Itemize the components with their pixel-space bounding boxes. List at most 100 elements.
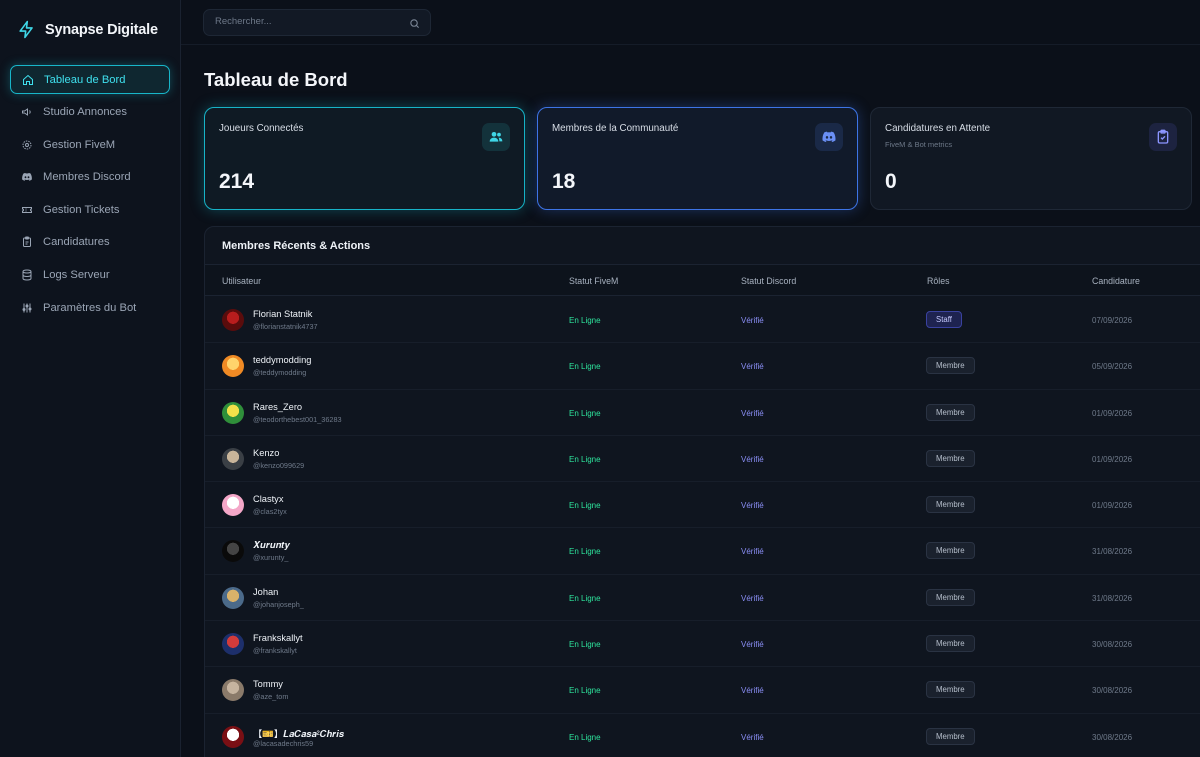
avatar[interactable] <box>222 309 244 331</box>
role-badge[interactable]: Membre <box>926 542 975 560</box>
user-handle: @frankskallyt <box>253 646 297 656</box>
sliders-icon <box>22 303 32 313</box>
stat-card-title: Joueurs Connectés <box>219 123 304 134</box>
discord-status: Vérifié <box>741 593 764 603</box>
stat-card-value: 18 <box>552 170 576 193</box>
table-header: Utilisateur Statut FiveM Statut Discord … <box>205 265 1200 296</box>
sidebar-item-tableau-de-bord[interactable]: Tableau de Bord <box>10 65 170 94</box>
stat-card-joueurs-connectes: Joueurs Connectés 214 <box>204 107 525 210</box>
sidebar-item-membres-discord[interactable]: Membres Discord <box>10 163 170 192</box>
sidebar-item-label: Logs Serveur <box>43 269 110 282</box>
avatar[interactable] <box>222 679 244 702</box>
role-badge[interactable]: Membre <box>926 635 975 653</box>
role-badge[interactable]: Membre <box>926 727 975 745</box>
role-badge[interactable]: Membre <box>926 681 975 699</box>
user-name: Florian Statnik <box>253 309 313 319</box>
role-badge[interactable]: Membre <box>926 357 975 375</box>
table-row[interactable]: Johan @johanjoseph_ En Ligne Vérifié Membre 3… <box>205 575 1200 622</box>
panel-title: Membres Récents & Actions <box>222 240 371 252</box>
search-input[interactable] <box>215 16 395 27</box>
fivem-status: En Ligne <box>569 640 601 650</box>
role-badge[interactable]: Membre <box>926 449 975 467</box>
role-badge[interactable]: Membre <box>926 588 975 606</box>
table-row[interactable]: Frankskallyt @frankskallyt En Ligne Vérifié… <box>205 621 1200 668</box>
gear-icon <box>22 140 32 150</box>
stat-card-value: 214 <box>219 170 255 193</box>
avatar[interactable] <box>222 633 244 656</box>
sidebar-item-label: Paramètres du Bot <box>43 301 137 314</box>
sidebar-item-gestion-fivem[interactable]: Gestion FiveM <box>10 130 170 159</box>
sidebar-item-label: Gestion Tickets <box>43 203 120 216</box>
fivem-status: En Ligne <box>569 686 601 696</box>
fivem-status: En Ligne <box>569 454 601 464</box>
application-date: 30/08/2026 <box>1092 640 1133 650</box>
user-handle: @johanjoseph_ <box>253 599 304 609</box>
sidebar-item-candidatures[interactable]: Candidatures <box>10 228 170 257</box>
role-badge[interactable]: Membre <box>926 496 975 514</box>
table-row[interactable]: 【🎫】𝑳𝒂𝑪𝒂𝒔𝒂²𝑪𝒉𝒓𝒊𝒔 @lacasadechris59 En Ligne V… <box>205 714 1200 757</box>
application-date: 01/09/2026 <box>1092 501 1133 511</box>
discord-status: Vérifié <box>741 316 764 325</box>
table-row[interactable]: Rares_Zero @teodorthebest001_36283 En Lign… <box>205 390 1200 436</box>
user-handle: @xurunty_ <box>253 553 289 563</box>
column-header-candidature[interactable]: Candidature <box>1092 276 1140 286</box>
avatar[interactable] <box>222 586 244 609</box>
application-date: 07/09/2026 <box>1092 316 1133 325</box>
sidebar-nav: Tableau de Bord Studio Annonces Gestion … <box>10 65 170 326</box>
table-row[interactable]: Clastyx @clas2tyx En Ligne Vérifié Membre 01/… <box>205 482 1200 529</box>
avatar[interactable] <box>222 494 244 517</box>
role-badge[interactable]: Staff <box>926 311 962 328</box>
avatar[interactable] <box>222 401 244 424</box>
clipboard-check-icon <box>1149 123 1177 151</box>
recent-members-panel: Membres Récents & Actions Utilisateur St… <box>204 226 1200 757</box>
brand-name: Synapse Digitale <box>45 21 158 38</box>
search-box[interactable] <box>203 9 431 36</box>
table-row[interactable]: Kenzo @kenzo099629 En Ligne Vérifié Membre 01… <box>205 436 1200 483</box>
avatar[interactable] <box>222 355 244 378</box>
user-handle: @teddymodding <box>253 368 307 378</box>
sidebar-item-parametres-du-bot[interactable]: Paramètres du Bot <box>10 293 170 322</box>
application-date: 31/08/2026 <box>1092 547 1133 557</box>
page-title: Tableau de Bord <box>204 69 348 90</box>
fivem-status: En Ligne <box>569 501 601 511</box>
fivem-status: En Ligne <box>569 593 601 603</box>
sidebar-item-studio-annonces[interactable]: Studio Annonces <box>10 98 170 127</box>
column-header-utilisateur[interactable]: Utilisateur <box>222 276 261 286</box>
stat-card-value: 0 <box>885 170 897 193</box>
database-icon <box>22 269 32 281</box>
sidebar-item-label: Candidatures <box>43 236 110 249</box>
discord-status: Vérifié <box>741 640 764 650</box>
table-row[interactable]: Tommy @aze_tom En Ligne Vérifié Membre 30/08/… <box>205 667 1200 714</box>
discord-status: Vérifié <box>741 408 764 418</box>
column-header-statut-discord[interactable]: Statut Discord <box>741 276 796 286</box>
column-header-statut-fivem[interactable]: Statut FiveM <box>569 276 618 286</box>
users-icon <box>482 123 510 151</box>
table-row[interactable]: Florian Statnik @florianstatnik4737 En Lig… <box>205 297 1200 344</box>
application-date: 01/09/2026 <box>1092 454 1133 464</box>
user-handle: @teodorthebest001_36283 <box>253 414 342 424</box>
sidebar-item-logs-serveur[interactable]: Logs Serveur <box>10 261 170 290</box>
column-header-roles[interactable]: Rôles <box>927 276 950 286</box>
search-icon[interactable] <box>409 18 420 29</box>
megaphone-icon <box>22 108 31 117</box>
table-body: Florian Statnik @florianstatnik4737 En Lig… <box>205 297 1200 757</box>
avatar[interactable] <box>222 447 244 470</box>
brand[interactable]: Synapse Digitale <box>17 19 158 40</box>
discord-status: Vérifié <box>741 732 764 742</box>
application-date: 30/08/2026 <box>1092 686 1133 696</box>
avatar[interactable] <box>222 540 244 563</box>
role-badge[interactable]: Membre <box>926 403 975 421</box>
sidebar-item-label: Tableau de Bord <box>44 73 126 86</box>
avatar[interactable] <box>222 725 244 748</box>
sidebar-item-label: Studio Annonces <box>43 106 127 119</box>
ticket-icon <box>22 206 32 213</box>
stat-card-subtitle: FiveM & Bot metrics <box>885 140 953 149</box>
stat-card-candidatures-attente: Candidatures en Attente FiveM & Bot metr… <box>870 107 1192 210</box>
table-row[interactable]: teddymodding @teddymodding En Ligne Vérifié… <box>205 343 1200 390</box>
sidebar-item-gestion-tickets[interactable]: Gestion Tickets <box>10 195 170 224</box>
fivem-status: En Ligne <box>569 732 601 742</box>
discord-icon <box>22 173 32 182</box>
sidebar-item-label: Membres Discord <box>43 171 131 184</box>
table-row[interactable]: 𝑿𝒖𝒓𝒖𝒏𝒕𝒚 @xurunty_ En Ligne Vérifié Membre 31/… <box>205 528 1200 575</box>
user-name: teddymodding <box>253 355 312 366</box>
